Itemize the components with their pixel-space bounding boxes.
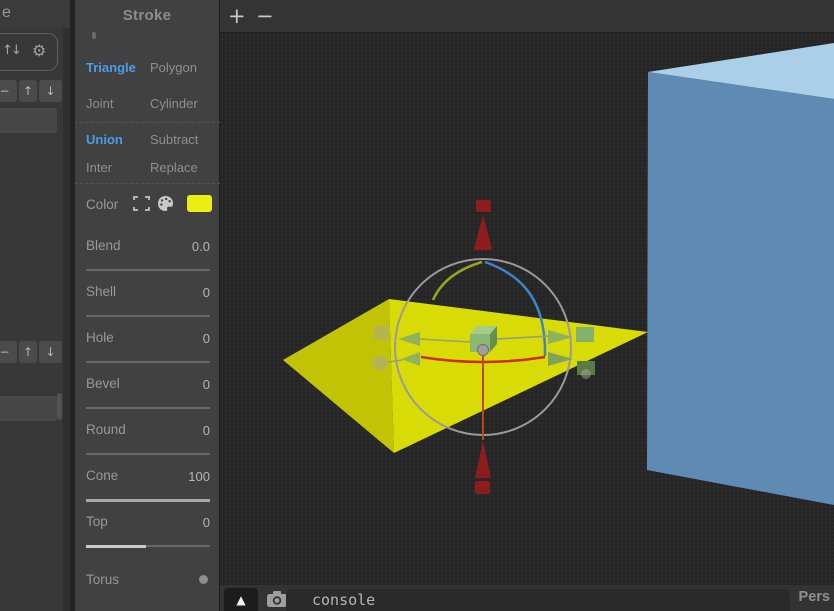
slider-row-shell: Shell 0 — [75, 284, 220, 320]
slider-row-hole: Hole 0 — [75, 330, 220, 366]
gear-icon[interactable]: ⚙ — [32, 41, 46, 60]
slider-track[interactable] — [86, 315, 210, 317]
remove-button[interactable]: − — [256, 2, 274, 30]
slider-value[interactable]: 0 — [203, 515, 210, 530]
panel-scroll-indicator — [92, 32, 96, 39]
list-item-field-top[interactable] — [0, 108, 57, 133]
app-window: e ↑↓ ⚙ − ↑ ↓ − ↑ ↓ Stroke Triangle Polyg… — [0, 0, 834, 611]
viewport-canvas[interactable] — [220, 33, 834, 585]
list-toolbar-bottom: − ↑ ↓ — [0, 341, 62, 363]
slider-label: Blend — [86, 238, 121, 253]
gizmo-top-handle-cap[interactable] — [476, 200, 491, 212]
slider-row-bevel: Bevel 0 — [75, 376, 220, 412]
gizmo-top-handle-cone[interactable] — [474, 214, 492, 250]
panel-divider — [75, 183, 220, 184]
option-polygon[interactable]: Polygon — [150, 60, 197, 75]
list-item-field-bottom[interactable] — [0, 396, 57, 421]
cone-right-face[interactable] — [389, 299, 648, 453]
gizmo-ghost-dot[interactable] — [372, 355, 388, 371]
slider-track[interactable] — [86, 498, 210, 502]
camera-icon[interactable] — [266, 590, 288, 608]
gizmo-right-ghost-dot[interactable] — [581, 369, 591, 379]
slider-label: Shell — [86, 284, 117, 299]
sort-settings-pill: ↑↓ ⚙ — [0, 33, 58, 71]
slider-value[interactable]: 0 — [203, 331, 210, 346]
move-up-button[interactable]: ↑ — [19, 80, 37, 102]
slider-row-cone: Cone 100 — [75, 468, 220, 504]
slider-value[interactable]: 0 — [203, 423, 210, 438]
console-input[interactable] — [286, 589, 790, 611]
slider-track[interactable] — [86, 407, 210, 409]
slider-row-blend: Blend 0.0 — [75, 238, 220, 274]
sidebar-scroll-gutter[interactable] — [63, 28, 70, 611]
gizmo-center-dot[interactable] — [477, 344, 489, 356]
slider-value[interactable]: 100 — [188, 469, 210, 484]
option-triangle[interactable]: Triangle — [86, 60, 136, 75]
left-sidebar: e ↑↓ ⚙ − ↑ ↓ − ↑ ↓ — [0, 0, 70, 611]
slider-value[interactable]: 0.0 — [192, 239, 210, 254]
option-union[interactable]: Union — [86, 132, 123, 147]
color-label: Color — [86, 197, 119, 212]
viewport-bottombar: ▲ Pers — [220, 585, 834, 611]
sidebar-header: e — [0, 0, 70, 28]
remove-item-button[interactable]: − — [0, 80, 17, 102]
list-toolbar-top: − ↑ ↓ — [0, 80, 62, 102]
slider-label: Top — [86, 514, 108, 529]
slider-value[interactable]: 0 — [203, 377, 210, 392]
palette-icon[interactable] — [156, 194, 175, 213]
color-picker-target-icon[interactable] — [132, 194, 151, 213]
remove-item-button-2[interactable]: − — [0, 341, 17, 363]
torus-toggle-dot[interactable] — [199, 575, 208, 584]
gizmo-arc-olive[interactable] — [431, 260, 483, 301]
slider-value[interactable]: 0 — [203, 285, 210, 300]
move-down-button-2[interactable]: ↓ — [39, 341, 62, 363]
torus-row: Torus — [75, 570, 220, 592]
slider-track[interactable] — [86, 361, 210, 363]
slider-label: Bevel — [86, 376, 120, 391]
torus-label: Torus — [86, 572, 120, 587]
slider-label: Round — [86, 422, 126, 437]
gizmo-bottom-handle-cap[interactable] — [475, 481, 490, 494]
sidebar-title-fragment: e — [2, 4, 11, 21]
slider-label: Cone — [86, 468, 119, 483]
stroke-panel: Stroke Triangle Polygon Joint Cylinder U… — [75, 0, 220, 611]
color-swatch[interactable] — [187, 195, 212, 212]
option-joint[interactable]: Joint — [86, 96, 113, 111]
move-down-button[interactable]: ↓ — [39, 80, 62, 102]
slider-track[interactable] — [86, 453, 210, 455]
play-button[interactable]: ▲ — [224, 588, 258, 611]
slider-track[interactable] — [86, 544, 210, 548]
sort-icon[interactable]: ↑↓ — [2, 43, 22, 58]
scrollbar-thumb[interactable] — [57, 393, 62, 420]
slider-row-top: Top 0 — [75, 514, 220, 550]
slider-fill — [86, 498, 210, 502]
gizmo-ghost-square[interactable] — [374, 326, 389, 340]
add-button[interactable]: + — [228, 2, 246, 30]
viewport: + − ▲ console Pers — [220, 0, 834, 611]
cone-left-face[interactable] — [283, 299, 394, 453]
option-inter[interactable]: Inter — [86, 160, 112, 175]
slider-row-round: Round 0 — [75, 422, 220, 458]
viewport-toolbar: + − — [220, 0, 834, 33]
panel-divider — [75, 122, 220, 123]
option-replace[interactable]: Replace — [150, 160, 198, 175]
slider-label: Hole — [86, 330, 114, 345]
slider-track[interactable] — [86, 269, 210, 271]
panel-title: Stroke — [122, 7, 172, 24]
gizmo-bottom-handle-cone[interactable] — [475, 441, 491, 478]
scene-svg — [283, 43, 834, 505]
camera-mode-label[interactable]: Pers — [799, 589, 830, 605]
option-subtract[interactable]: Subtract — [150, 132, 198, 147]
move-up-button-2[interactable]: ↑ — [19, 341, 37, 363]
gizmo-right-upper-square[interactable] — [576, 327, 594, 342]
box-front-face[interactable] — [647, 72, 834, 505]
option-cylinder[interactable]: Cylinder — [150, 96, 198, 111]
slider-fill — [86, 544, 146, 548]
